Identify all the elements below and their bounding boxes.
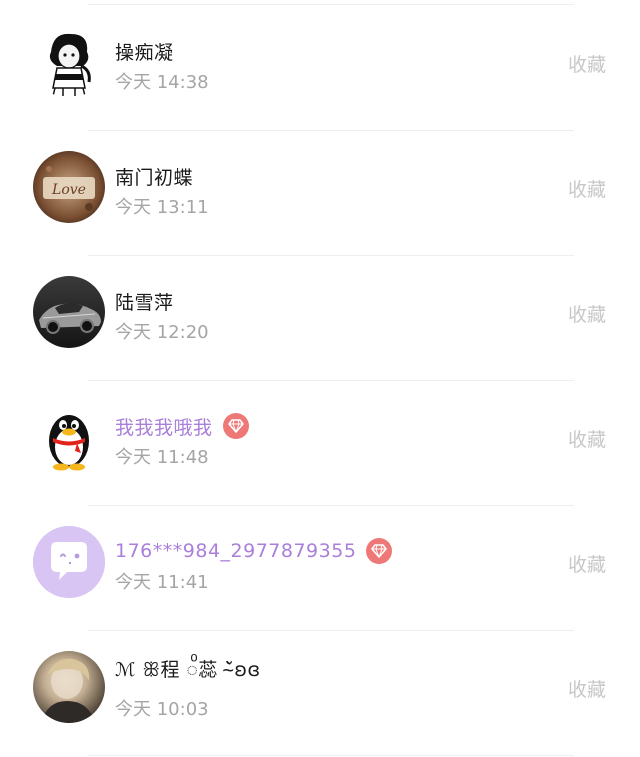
visit-time: 今天 14:38 xyxy=(115,72,209,93)
avatar[interactable] xyxy=(33,276,105,348)
avatar[interactable]: Love xyxy=(33,151,105,223)
user-name[interactable]: 我我我哦我 xyxy=(115,413,213,440)
favorite-button[interactable]: 收藏 xyxy=(568,300,606,327)
divider xyxy=(88,755,574,756)
love-sign-avatar-icon: Love xyxy=(33,151,105,223)
favorite-button[interactable]: 收藏 xyxy=(568,425,606,452)
name-line: 操痴凝 xyxy=(115,36,174,66)
visit-time: 今天 11:48 xyxy=(115,447,209,468)
avatar[interactable] xyxy=(33,651,105,723)
vip-diamond-icon xyxy=(222,413,249,439)
list-item[interactable]: ℳ ꕥ程 ◌ͦ蕊 ˘̴̀ʚɞ 今天 10:03 收藏 xyxy=(0,631,640,755)
user-name[interactable]: 操痴凝 xyxy=(115,38,174,65)
user-name[interactable]: 南门初蝶 xyxy=(115,163,193,190)
favorite-button[interactable]: 收藏 xyxy=(568,550,606,577)
visit-time: 今天 10:03 xyxy=(115,699,209,720)
chat-bubble-default-avatar-icon xyxy=(33,526,105,598)
avatar[interactable] xyxy=(33,526,105,598)
list-item[interactable]: 176***984_2977879355 今天 11:41 收藏 xyxy=(0,506,640,630)
avatar[interactable] xyxy=(33,26,105,98)
list-item[interactable]: Love 南门初蝶 今天 13:11 收藏 xyxy=(0,131,640,255)
list-item[interactable]: 陆雪萍 今天 12:20 收藏 xyxy=(0,256,640,380)
user-name[interactable]: 陆雪萍 xyxy=(115,288,174,315)
favorite-button[interactable]: 收藏 xyxy=(568,175,606,202)
user-name[interactable]: ℳ ꕥ程 ◌ͦ蕊 ˘̴̀ʚɞ xyxy=(115,655,261,682)
favorite-button[interactable]: 收藏 xyxy=(568,675,606,702)
name-line: 南门初蝶 xyxy=(115,161,193,191)
visit-time: 今天 13:11 xyxy=(115,197,209,218)
list-item[interactable]: 我我我哦我 今天 11:48 收藏 xyxy=(0,381,640,505)
svg-text:Love: Love xyxy=(51,182,86,198)
sports-car-avatar-icon xyxy=(33,276,105,348)
name-line: 我我我哦我 xyxy=(115,411,249,441)
divider xyxy=(88,4,574,5)
visit-time: 今天 11:41 xyxy=(115,572,209,593)
list-item[interactable]: 操痴凝 今天 14:38 收藏 xyxy=(0,6,640,130)
avatar[interactable] xyxy=(33,401,105,473)
user-name[interactable]: 176***984_2977879355 xyxy=(115,540,356,562)
qq-penguin-avatar-icon xyxy=(33,401,105,473)
bw-cartoon-girl-avatar-icon xyxy=(33,26,105,98)
blurred-person-photo-avatar-icon xyxy=(33,651,105,723)
name-line: ℳ ꕥ程 ◌ͦ蕊 ˘̴̀ʚɞ xyxy=(115,653,261,683)
vip-diamond-icon xyxy=(366,538,393,564)
favorite-button[interactable]: 收藏 xyxy=(568,50,606,77)
visitor-list: 操痴凝 今天 14:38 收藏 Love 南门初蝶 今天 13:11 收藏 陆雪… xyxy=(0,0,640,757)
name-line: 陆雪萍 xyxy=(115,286,174,316)
visit-time: 今天 12:20 xyxy=(115,322,209,343)
name-line: 176***984_2977879355 xyxy=(115,536,393,566)
